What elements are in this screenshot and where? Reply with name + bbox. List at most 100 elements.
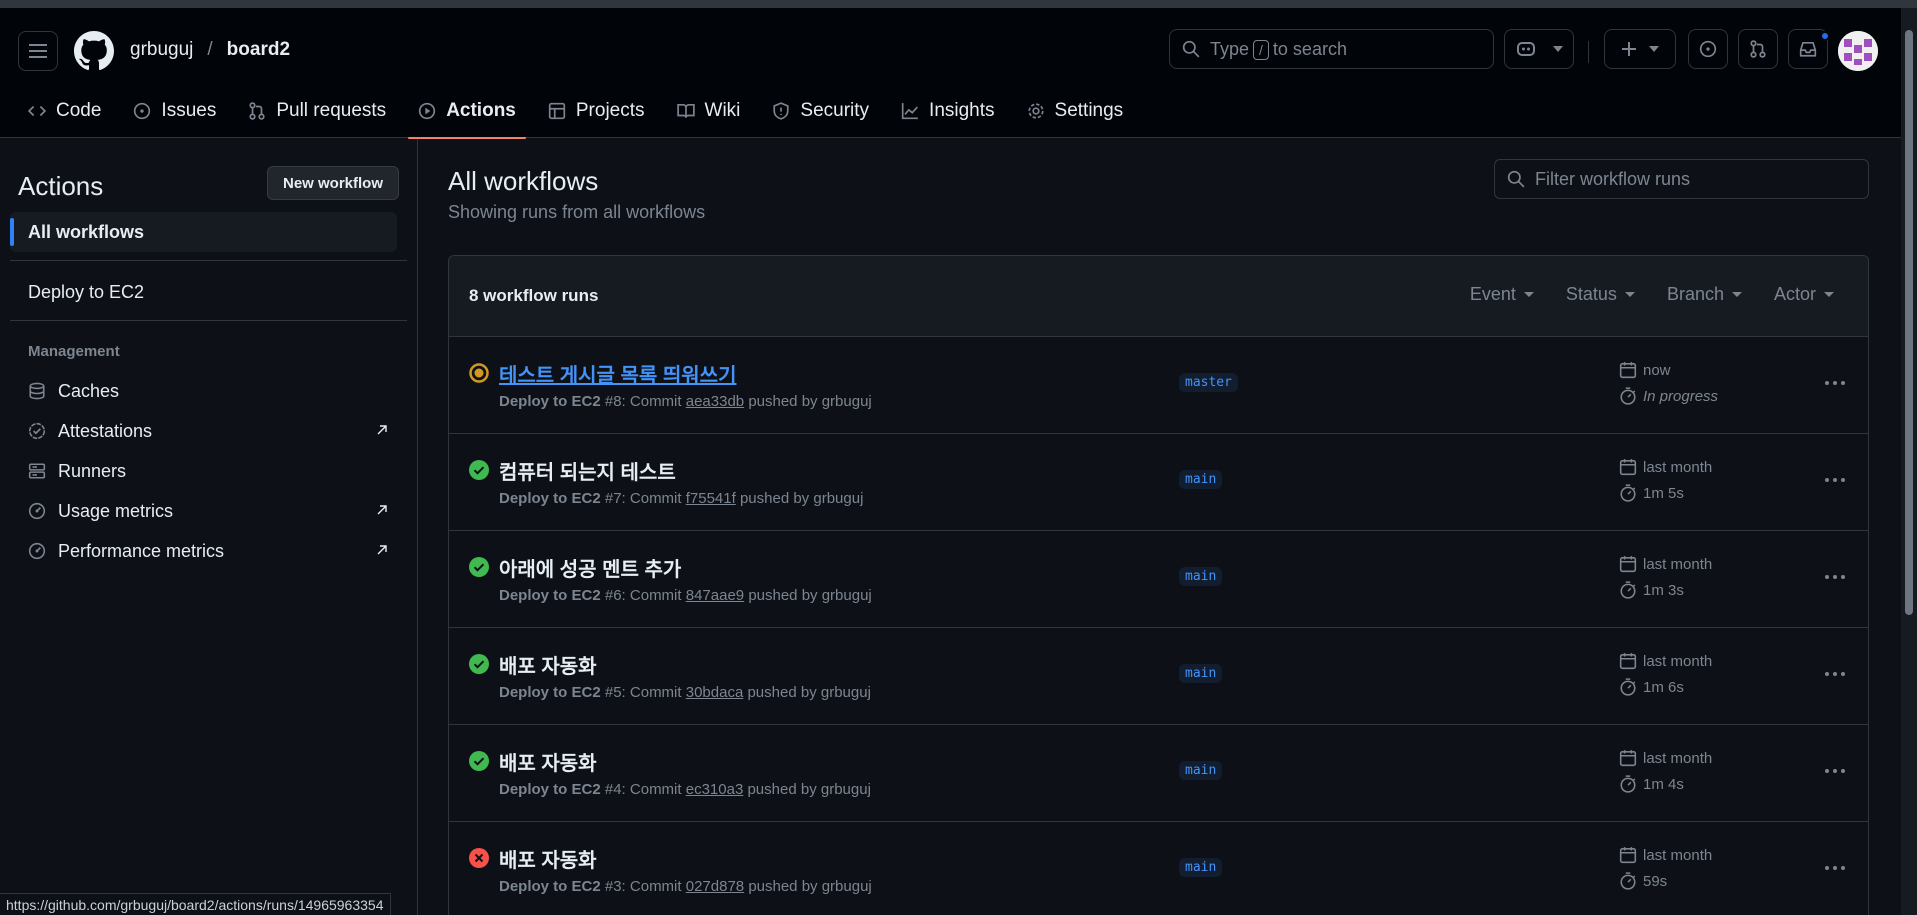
run-branch-badge[interactable]: main (1179, 470, 1223, 489)
run-actor: grbuguj (821, 587, 872, 604)
filter-event-dropdown[interactable]: Event (1470, 284, 1534, 305)
run-status-icon (469, 654, 489, 674)
filter-actor-dropdown[interactable]: Actor (1774, 284, 1834, 305)
run-more-options-button[interactable] (1821, 664, 1849, 684)
issue-icon (1699, 40, 1717, 58)
sidebar-item-all-workflows[interactable]: All workflows (10, 212, 397, 252)
page-title: All workflows (448, 166, 599, 196)
run-title-link[interactable]: 테스트 게시글 목록 띄워쓰기 (499, 359, 736, 388)
workflow-run-row[interactable]: 배포 자동화 Deploy to EC2 #3: Commit 027d878 p… (449, 822, 1868, 915)
external-link-icon (377, 505, 387, 515)
tab-pull-requests[interactable]: Pull requests (238, 93, 396, 129)
run-commit-label: Commit (629, 490, 682, 507)
workflow-run-row[interactable]: 배포 자동화 Deploy to EC2 #4: Commit ec310a3 p… (449, 725, 1868, 822)
issue-icon (134, 102, 151, 120)
run-branch-badge[interactable]: main (1179, 664, 1223, 683)
menu-button[interactable] (18, 31, 58, 71)
run-branch-badge[interactable]: main (1179, 858, 1223, 877)
run-title-link[interactable]: 배포 자동화 (499, 747, 597, 776)
check-circle-icon (469, 557, 489, 577)
kebab-horizontal-icon (1825, 478, 1845, 482)
meter-icon (28, 502, 46, 520)
run-commit-sha-link[interactable]: aea33db (686, 393, 744, 410)
run-title-link[interactable]: 배포 자동화 (499, 844, 597, 873)
kebab-horizontal-icon (1825, 672, 1845, 676)
plus-icon (1622, 42, 1636, 56)
run-meta: Deploy to EC2 #6: Commit 847aae9 pushed … (499, 587, 872, 604)
tab-projects[interactable]: Projects (538, 93, 655, 129)
workflow-run-row[interactable]: 컴퓨터 되는지 테스트 Deploy to EC2 #7: Commit f755… (449, 434, 1868, 531)
stopwatch-icon (1620, 775, 1636, 793)
tab-issues[interactable]: Issues (123, 93, 226, 129)
run-more-options-button[interactable] (1821, 567, 1849, 587)
notification-dot (1820, 31, 1830, 41)
tab-code[interactable]: Code (18, 93, 111, 129)
run-more-options-button[interactable] (1821, 373, 1849, 393)
tab-insights[interactable]: Insights (891, 93, 1004, 129)
filter-workflow-runs-input[interactable]: Filter workflow runs (1494, 159, 1869, 199)
workflow-run-row[interactable]: 아래에 성공 멘트 추가 Deploy to EC2 #6: Commit 847… (449, 531, 1868, 628)
issues-shortcut-button[interactable] (1688, 29, 1728, 69)
tab-settings[interactable]: Settings (1017, 93, 1134, 129)
run-time: last month (1619, 458, 1712, 476)
stopwatch-icon (1620, 678, 1636, 696)
github-logo-icon[interactable] (74, 31, 114, 71)
run-commit-sha-link[interactable]: f75541f (686, 490, 736, 507)
chevron-down-icon (1624, 292, 1635, 297)
filter-status-dropdown[interactable]: Status (1566, 284, 1635, 305)
sidebar-item-performance-metrics[interactable]: Performance metrics (28, 534, 388, 568)
run-title-link[interactable]: 아래에 성공 멘트 추가 (499, 553, 681, 582)
copilot-button[interactable] (1504, 29, 1574, 69)
tab-security[interactable]: Security (762, 93, 879, 129)
external-link-icon (377, 545, 387, 555)
pull-requests-shortcut-button[interactable] (1738, 29, 1778, 69)
run-branch-badge[interactable]: master (1179, 373, 1238, 392)
calendar-icon (1619, 750, 1637, 767)
run-duration: 1m 4s (1619, 775, 1684, 793)
new-workflow-button[interactable]: New workflow (267, 166, 400, 200)
run-status-icon (469, 557, 489, 577)
run-branch-badge[interactable]: main (1179, 567, 1223, 586)
scrollbar-thumb[interactable] (1905, 30, 1913, 615)
header-divider (1588, 41, 1589, 63)
run-duration: In progress (1619, 387, 1718, 405)
run-branch-badge[interactable]: main (1179, 761, 1223, 780)
sidebar-item-runners[interactable]: Runners (28, 454, 388, 488)
sidebar-item-attestations[interactable]: Attestations (28, 414, 388, 448)
run-commit-sha-link[interactable]: 847aae9 (686, 587, 744, 604)
run-more-options-button[interactable] (1821, 761, 1849, 781)
workflow-run-row[interactable]: 테스트 게시글 목록 띄워쓰기 Deploy to EC2 #8: Commit … (449, 337, 1868, 434)
sidebar-divider (10, 260, 407, 261)
global-search[interactable]: Type / to search (1169, 29, 1494, 69)
tab-wiki[interactable]: Wiki (667, 93, 751, 129)
breadcrumb-repo[interactable]: board2 (227, 39, 290, 61)
run-commit-sha-link[interactable]: ec310a3 (686, 781, 744, 798)
stopwatch-icon (1620, 387, 1636, 405)
run-more-options-button[interactable] (1821, 858, 1849, 878)
play-icon (419, 102, 436, 120)
sidebar-item-usage-metrics[interactable]: Usage metrics (28, 494, 388, 528)
tab-actions[interactable]: Actions (408, 93, 526, 139)
run-commit-sha-link[interactable]: 30bdaca (686, 684, 744, 701)
create-new-button[interactable] (1604, 29, 1676, 69)
run-actor: grbuguj (821, 878, 872, 895)
workflow-run-row[interactable]: 배포 자동화 Deploy to EC2 #5: Commit 30bdaca p… (449, 628, 1868, 725)
sidebar-item-caches[interactable]: Caches (28, 374, 388, 408)
run-more-options-button[interactable] (1821, 470, 1849, 490)
filter-branch-dropdown[interactable]: Branch (1667, 284, 1742, 305)
avatar[interactable] (1838, 31, 1878, 71)
run-title-link[interactable]: 배포 자동화 (499, 650, 597, 679)
stopwatch-icon (1620, 484, 1636, 502)
breadcrumb-separator: / (207, 39, 213, 60)
run-meta: Deploy to EC2 #7: Commit f75541f pushed … (499, 490, 864, 507)
check-circle-icon (469, 460, 489, 480)
run-title-link[interactable]: 컴퓨터 되는지 테스트 (499, 456, 676, 485)
sidebar-item-deploy-to-ec2[interactable]: Deploy to EC2 (10, 272, 397, 312)
run-commit-sha-link[interactable]: 027d878 (686, 878, 744, 895)
search-placeholder: Type / to search (1210, 38, 1347, 60)
kebab-horizontal-icon (1825, 575, 1845, 579)
breadcrumb-owner[interactable]: grbuguj (130, 39, 193, 61)
run-status-icon (469, 363, 489, 383)
check-circle-icon (469, 751, 489, 771)
run-commit-label: Commit (629, 587, 682, 604)
